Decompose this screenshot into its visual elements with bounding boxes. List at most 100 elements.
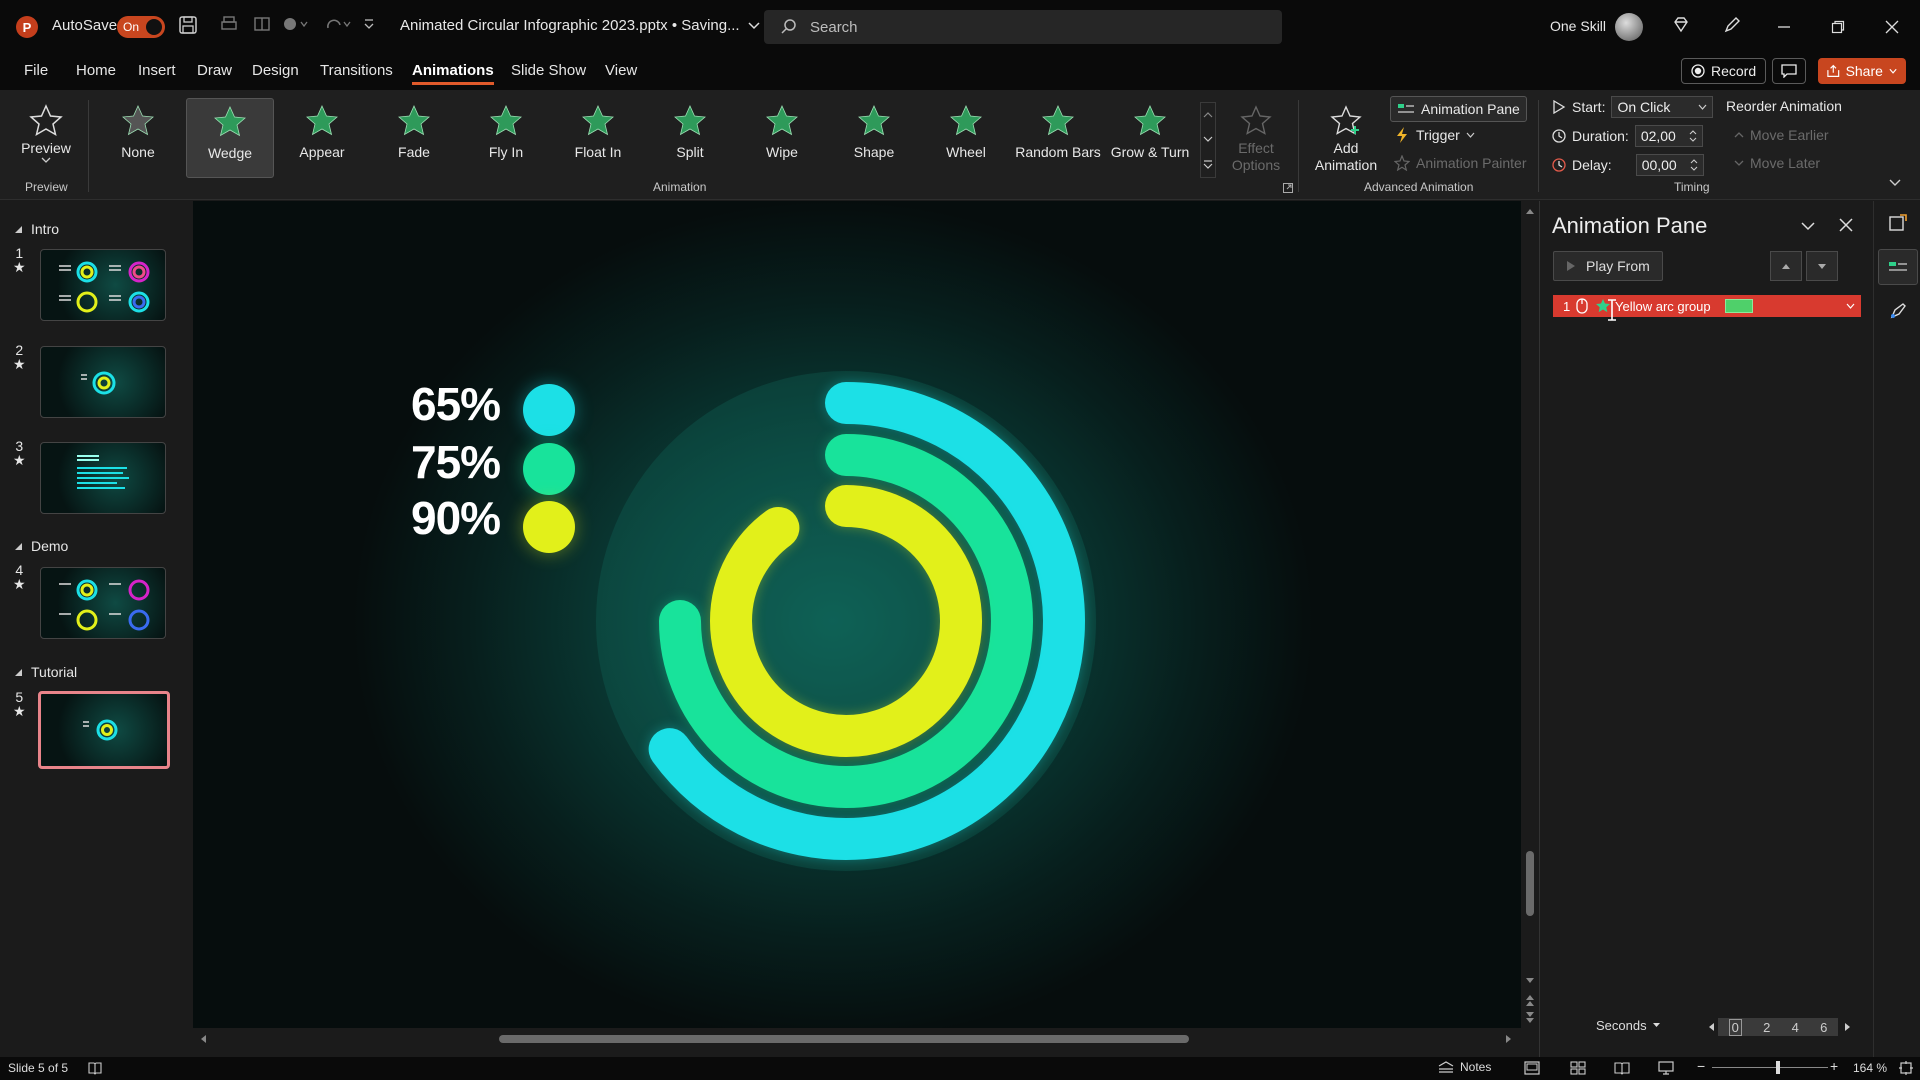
comments-button[interactable] — [1772, 58, 1806, 84]
scroll-right-icon[interactable] — [1505, 1034, 1513, 1044]
effect-options-button[interactable]: Effect Options — [1216, 98, 1296, 178]
radial-bar-chart[interactable] — [193, 201, 1521, 1028]
animation-option-shape[interactable]: Shape — [830, 98, 918, 178]
timeline-left-icon[interactable] — [1707, 1022, 1715, 1032]
horizontal-scroll-thumb[interactable] — [499, 1035, 1189, 1043]
pane-options-chevron-icon[interactable] — [1800, 221, 1816, 231]
menu-slide-show[interactable]: Slide Show — [511, 62, 586, 79]
horizontal-scrollbar[interactable] — [193, 1028, 1538, 1050]
spinner-icon[interactable] — [1689, 129, 1697, 143]
record-button[interactable]: Record — [1681, 58, 1767, 84]
chevron-down-icon[interactable] — [1846, 303, 1855, 310]
slide-editing-canvas[interactable]: 65% 75% 90% — [193, 201, 1521, 1028]
account-name[interactable]: One Skill — [1550, 18, 1606, 34]
autosave-toggle[interactable]: On — [117, 16, 165, 38]
designer-icon[interactable] — [1888, 213, 1908, 233]
add-animation-button[interactable]: Add Animation — [1303, 98, 1389, 178]
animation-entry[interactable]: 1 Yellow arc group — [1553, 295, 1861, 317]
previous-slide-icon[interactable] — [1525, 993, 1535, 1007]
move-later-button[interactable]: Move Later — [1734, 155, 1820, 171]
diamond-icon[interactable] — [1671, 15, 1691, 35]
animation-option-float-in[interactable]: Float In — [554, 98, 642, 178]
menu-insert[interactable]: Insert — [138, 62, 176, 79]
play-from-button[interactable]: Play From — [1553, 251, 1663, 281]
scroll-left-icon[interactable] — [199, 1034, 207, 1044]
share-button[interactable]: Share — [1818, 58, 1906, 84]
notes-button[interactable]: Notes — [1438, 1060, 1491, 1074]
restore-icon[interactable] — [1823, 12, 1853, 42]
customize-toolbar-icon[interactable] — [363, 17, 375, 31]
reading-view-icon[interactable] — [1614, 1061, 1630, 1075]
zoom-level[interactable]: 164 % — [1853, 1061, 1887, 1075]
close-pane-icon[interactable] — [1838, 217, 1854, 233]
timeline-unit-dropdown[interactable]: Seconds — [1596, 1018, 1661, 1033]
menu-home[interactable]: Home — [76, 62, 116, 79]
section-intro[interactable]: Intro — [14, 221, 59, 237]
start-dropdown[interactable]: On Click — [1611, 96, 1714, 118]
animation-painter-button[interactable]: Animation Painter — [1394, 155, 1527, 171]
search-box[interactable]: Search — [764, 10, 1282, 44]
timeline-bar[interactable] — [1725, 299, 1753, 313]
document-title[interactable]: Animated Circular Infographic 2023.pptx … — [400, 17, 760, 34]
animation-option-random-bars[interactable]: Random Bars — [1014, 98, 1102, 178]
section-demo[interactable]: Demo — [14, 538, 68, 554]
animation-option-wedge[interactable]: Wedge — [186, 98, 274, 178]
menu-view[interactable]: View — [605, 62, 637, 79]
minimize-icon[interactable] — [1769, 12, 1799, 42]
close-window-icon[interactable] — [1877, 12, 1907, 42]
scroll-down-icon[interactable] — [1525, 977, 1535, 985]
slide-thumbnail-3[interactable] — [40, 442, 166, 514]
save-icon[interactable] — [178, 15, 198, 35]
timeline-right-icon[interactable] — [1844, 1022, 1852, 1032]
section-tutorial[interactable]: Tutorial — [14, 664, 77, 680]
chevron-down-icon[interactable] — [1203, 135, 1213, 143]
vertical-scroll-thumb[interactable] — [1526, 851, 1534, 916]
animation-option-wheel[interactable]: Wheel — [922, 98, 1010, 178]
animation-option-fade[interactable]: Fade — [370, 98, 458, 178]
animation-pane-button[interactable]: Animation Pane — [1390, 96, 1527, 122]
animation-option-grow-turn[interactable]: Grow & Turn — [1106, 98, 1194, 178]
slide-thumbnail-5[interactable] — [38, 691, 170, 769]
gallery-scroll[interactable] — [1200, 102, 1216, 178]
timeline-ruler[interactable]: 0 2 4 6 — [1718, 1018, 1838, 1036]
redo-icon[interactable] — [325, 15, 351, 33]
normal-view-icon[interactable] — [1524, 1061, 1540, 1075]
animation-option-fly-in[interactable]: Fly In — [462, 98, 550, 178]
animation-pane-rail-button[interactable] — [1878, 249, 1918, 285]
avatar[interactable] — [1615, 13, 1643, 41]
pen-icon[interactable] — [1722, 15, 1742, 35]
slideshow-view-icon[interactable] — [1658, 1061, 1674, 1075]
animation-option-none[interactable]: None — [94, 98, 182, 178]
collapse-ribbon-icon[interactable] — [1888, 178, 1902, 188]
move-down-button[interactable] — [1806, 251, 1838, 281]
animation-option-wipe[interactable]: Wipe — [738, 98, 826, 178]
slide-thumbnail-4[interactable] — [40, 567, 166, 639]
zoom-slider[interactable] — [1712, 1067, 1828, 1068]
vertical-scrollbar[interactable] — [1522, 201, 1538, 1028]
shapes-icon[interactable] — [282, 15, 308, 33]
chevron-up-icon[interactable] — [1203, 111, 1213, 119]
spinner-icon[interactable] — [1690, 158, 1698, 172]
slide-layout-icon[interactable] — [253, 15, 271, 33]
menu-design[interactable]: Design — [252, 62, 299, 79]
scroll-up-icon[interactable] — [1525, 207, 1535, 215]
slide-sorter-icon[interactable] — [1570, 1061, 1586, 1075]
slide-thumbnail-2[interactable] — [40, 346, 166, 418]
fit-slide-icon[interactable] — [1898, 1060, 1914, 1076]
print-icon[interactable] — [220, 15, 238, 33]
slide[interactable]: 65% 75% 90% — [193, 201, 1521, 1028]
move-up-button[interactable] — [1770, 251, 1802, 281]
menu-draw[interactable]: Draw — [197, 62, 232, 79]
next-slide-icon[interactable] — [1525, 1011, 1535, 1025]
animation-option-appear[interactable]: Appear — [278, 98, 366, 178]
accessibility-icon[interactable] — [88, 1061, 102, 1075]
menu-file[interactable]: File — [24, 62, 48, 79]
format-brush-icon[interactable] — [1888, 301, 1908, 321]
zoom-out-button[interactable]: − — [1697, 1058, 1705, 1074]
menu-transitions[interactable]: Transitions — [320, 62, 393, 79]
more-gallery-icon[interactable] — [1203, 159, 1213, 169]
preview-button[interactable]: Preview — [6, 98, 86, 178]
delay-input[interactable]: 00,00 — [1635, 154, 1704, 176]
duration-input[interactable]: 02,00 — [1634, 125, 1703, 147]
move-earlier-button[interactable]: Move Earlier — [1734, 127, 1829, 143]
